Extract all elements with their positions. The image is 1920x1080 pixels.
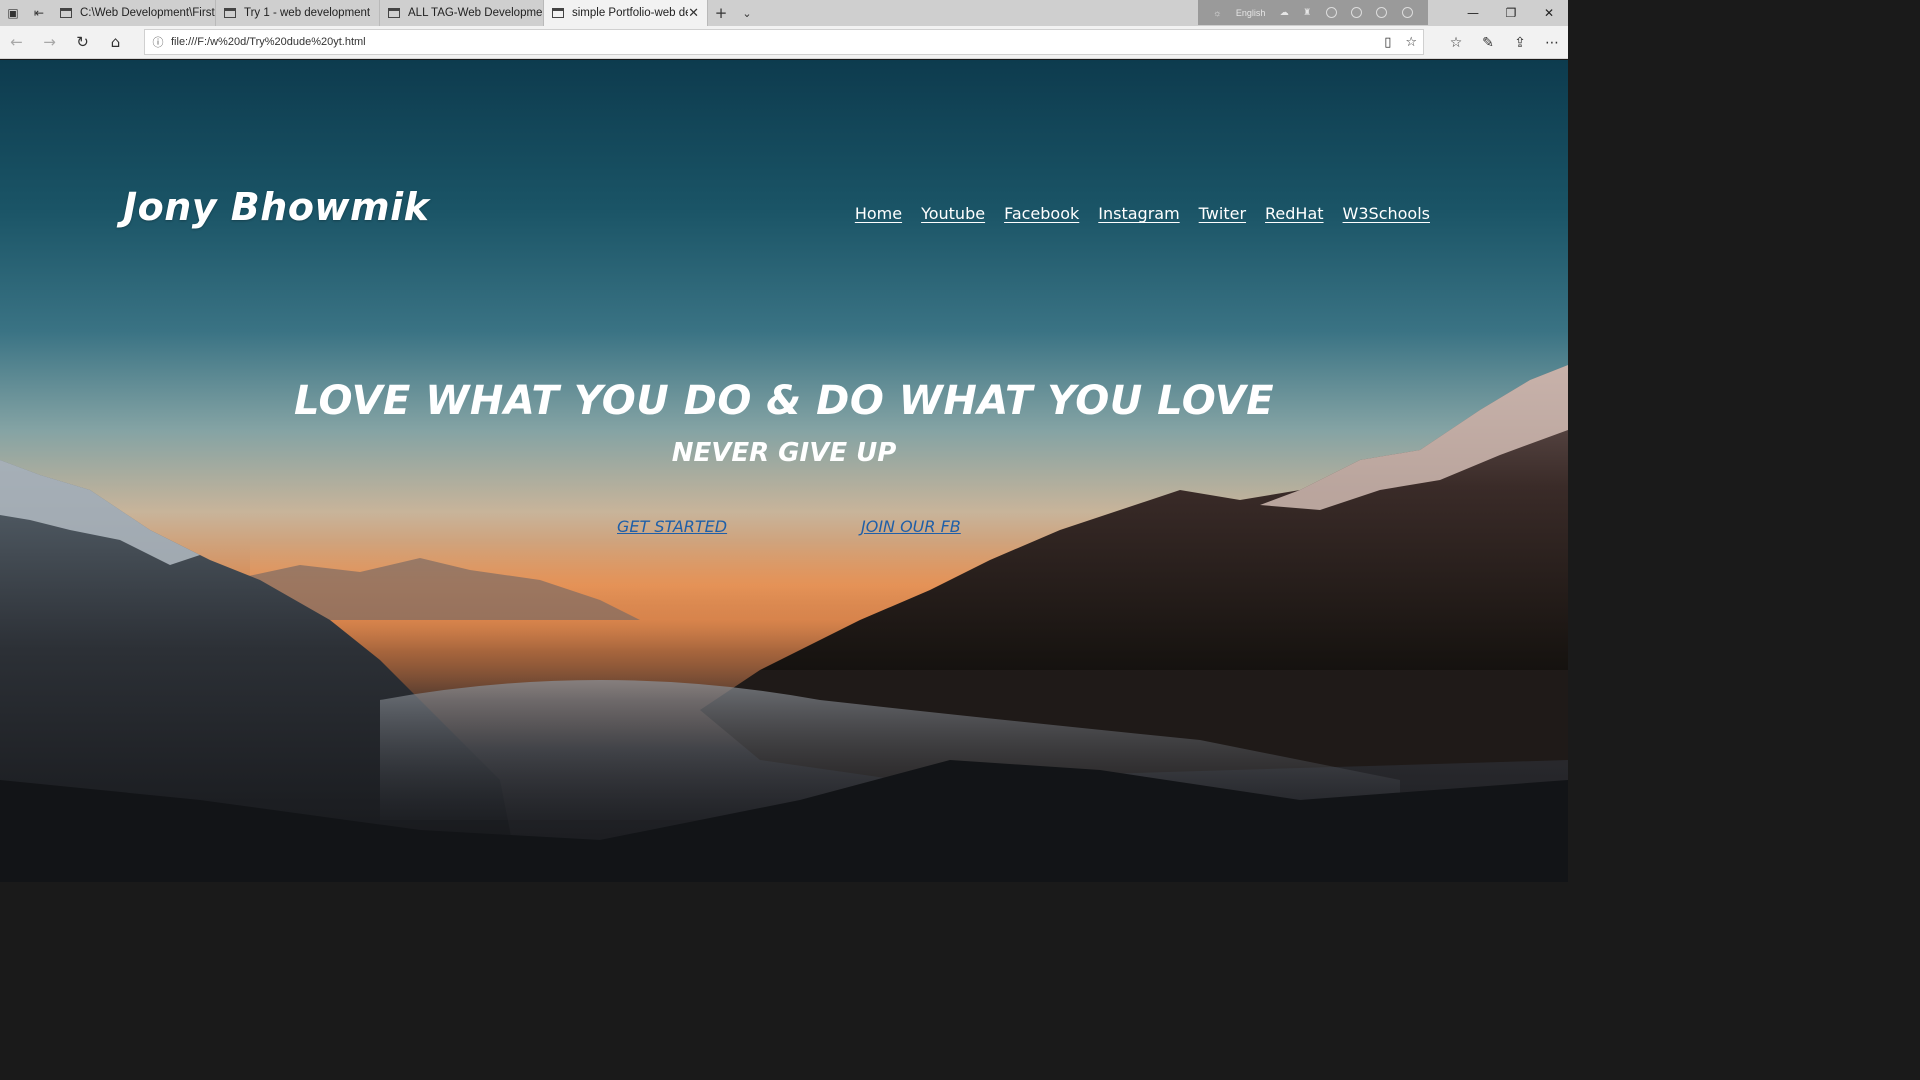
url-text[interactable]: file:///F:/w%20d/Try%20dude%20yt.html (171, 36, 366, 48)
mountain-background-image (0, 365, 1568, 882)
browser-tools: ☆ ✎ ⇪ ⋯ (1440, 26, 1568, 59)
new-tab-icon[interactable]: + (708, 0, 734, 26)
nav-link-youtube[interactable]: Youtube (921, 204, 985, 223)
page-icon (224, 8, 236, 18)
site-logo[interactable]: Jony Bhowmik (123, 185, 429, 229)
hero-headline: LOVE WHAT YOU DO & DO WHAT YOU LOVE (293, 378, 1275, 424)
join-fb-link[interactable]: JOIN OUR FB (861, 517, 961, 536)
page-viewport: Jony Bhowmik Home Youtube Facebook Insta… (0, 60, 1568, 882)
tab-try1[interactable]: Try 1 - web development (216, 0, 380, 26)
tab-manager-icon[interactable]: ▣ (0, 0, 26, 26)
tray-app-icon[interactable]: ☼ (1213, 8, 1221, 18)
tray-settings-icon[interactable] (1325, 7, 1337, 18)
nav-link-w3schools[interactable]: W3Schools (1343, 204, 1430, 223)
more-options-icon[interactable]: ⋯ (1536, 35, 1568, 51)
close-window-icon[interactable]: ✕ (1530, 0, 1568, 26)
address-bar[interactable]: ⓘ file:///F:/w%20d/Try%20dude%20yt.html … (144, 29, 1424, 55)
tab-web-dev-folder[interactable]: C:\Web Development\First \ (52, 0, 216, 26)
tab-portfolio-active[interactable]: simple Portfolio-web de ✕ (544, 0, 708, 26)
main-nav: Home Youtube Facebook Instagram Twiter R… (855, 204, 1430, 223)
share-icon[interactable]: ⇪ (1504, 35, 1536, 51)
reading-view-icon[interactable]: ▯ (1384, 35, 1391, 50)
page-icon (552, 8, 564, 18)
home-icon[interactable]: ⌂ (99, 26, 132, 59)
forward-arrow-icon[interactable]: → (33, 26, 66, 59)
nav-link-home[interactable]: Home (855, 204, 902, 223)
tray-clock-icon[interactable] (1401, 7, 1413, 18)
refresh-icon[interactable]: ↻ (66, 26, 99, 59)
tray-edge-icon[interactable] (1351, 7, 1362, 18)
site-info-icon[interactable]: ⓘ (145, 34, 171, 50)
tab-label: ALL TAG-Web Development (408, 7, 543, 19)
page-icon (60, 8, 72, 18)
page-icon (388, 8, 400, 18)
nav-link-redhat[interactable]: RedHat (1265, 204, 1324, 223)
tab-label: C:\Web Development\First \ (80, 7, 215, 19)
pen-notes-icon[interactable]: ✎ (1472, 35, 1504, 51)
set-aside-tabs-icon[interactable]: ⇤ (26, 0, 52, 26)
minimize-icon[interactable]: — (1454, 0, 1492, 26)
tray-usb-icon[interactable]: ♜ (1303, 7, 1311, 18)
window-controls: — ❐ ✕ (1454, 0, 1568, 26)
nav-link-twiter[interactable]: Twiter (1199, 204, 1246, 223)
language-indicator[interactable]: English (1236, 8, 1266, 18)
tray-cloud-icon[interactable]: ☁ (1280, 7, 1289, 18)
restore-icon[interactable]: ❐ (1492, 0, 1530, 26)
system-tray: ☼ English ☁ ♜ (1198, 0, 1428, 25)
browser-titlebar: ▣ ⇤ C:\Web Development\First \ Try 1 - w… (0, 0, 1568, 26)
hero-subheadline: NEVER GIVE UP (671, 438, 897, 468)
get-started-link[interactable]: GET STARTED (617, 517, 727, 536)
nav-link-instagram[interactable]: Instagram (1098, 204, 1179, 223)
tab-label: Try 1 - web development (244, 7, 371, 19)
nav-link-facebook[interactable]: Facebook (1004, 204, 1079, 223)
tab-all-tag[interactable]: ALL TAG-Web Development (380, 0, 544, 26)
tray-help-icon[interactable] (1376, 7, 1388, 18)
back-arrow-icon[interactable]: ← (0, 26, 33, 59)
browser-navbar: ← → ↻ ⌂ ⓘ file:///F:/w%20d/Try%20dude%20… (0, 26, 1568, 59)
tab-label: simple Portfolio-web de (572, 7, 689, 19)
tab-preview-chevron-icon[interactable]: ⌄ (734, 0, 760, 26)
favorite-star-icon[interactable]: ☆ (1405, 35, 1417, 50)
close-tab-icon[interactable]: ✕ (688, 5, 699, 21)
favorites-hub-icon[interactable]: ☆ (1440, 35, 1472, 51)
